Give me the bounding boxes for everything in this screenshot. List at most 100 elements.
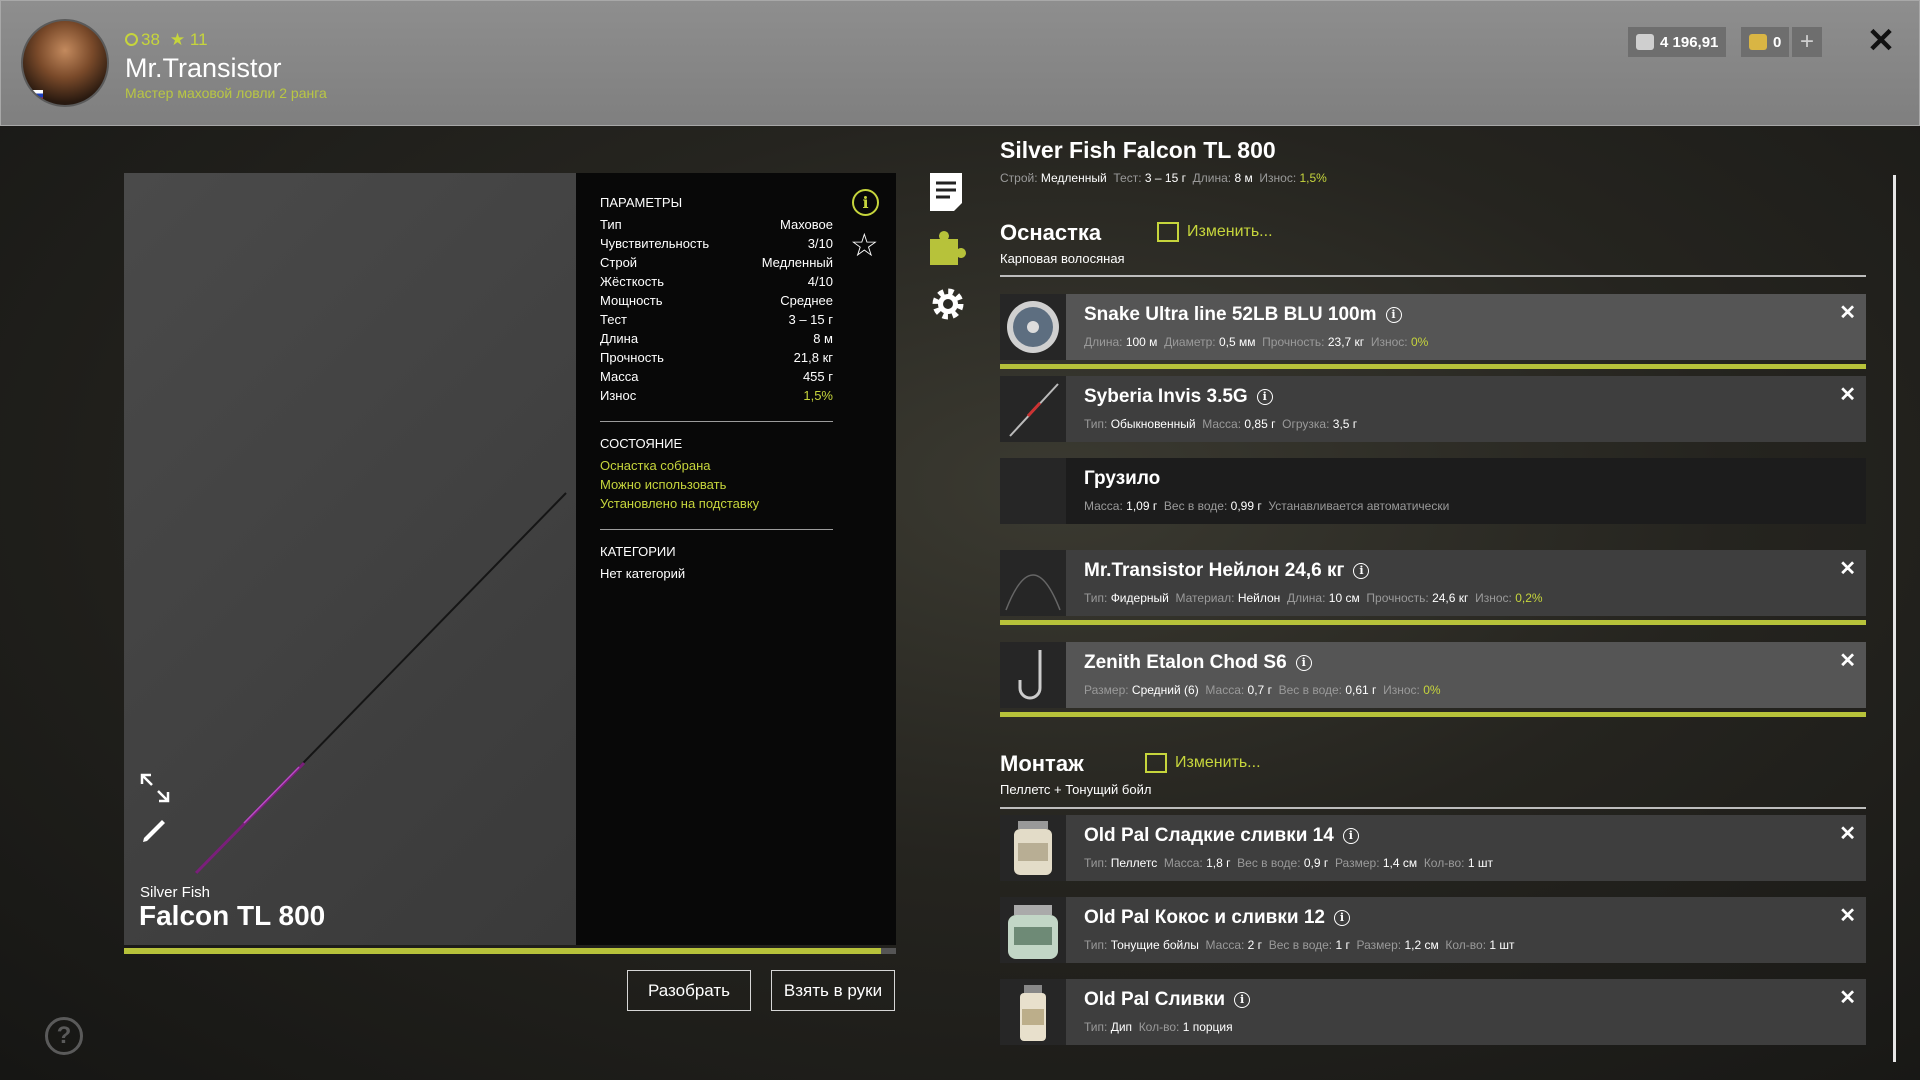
rig-item[interactable]: Snake Ultra line 52LB BLU 100m i Длина: 10… bbox=[1000, 294, 1866, 360]
scrollbar[interactable] bbox=[1893, 175, 1896, 1062]
rig-edit-label: Изменить... bbox=[1187, 223, 1273, 240]
rig-item[interactable]: Zenith Etalon Chod S6 i Размер: Средний (6… bbox=[1000, 642, 1866, 708]
silver-balance: 4 196,91 bbox=[1628, 27, 1727, 57]
info-icon[interactable]: i bbox=[1234, 992, 1251, 1008]
meta-value: 100 м bbox=[1125, 335, 1158, 349]
divider bbox=[600, 529, 833, 530]
item-title: Snake Ultra line 52LB BLU 100m bbox=[1084, 304, 1377, 325]
document-icon[interactable] bbox=[928, 171, 968, 211]
meta-value: 0,7 г bbox=[1247, 683, 1272, 697]
meta-label: Вес в воде: bbox=[1278, 683, 1343, 697]
item-name: Syberia Invis 3.5G i bbox=[1084, 386, 1273, 408]
disassemble-button[interactable]: Разобрать bbox=[627, 970, 751, 1011]
param-row: Мощность Среднее bbox=[600, 293, 833, 312]
silver-coins-icon bbox=[1636, 34, 1654, 50]
item-meta: Длина: 100 м Диаметр: 0,5 мм Прочность: … bbox=[1084, 335, 1435, 349]
avatar[interactable] bbox=[21, 19, 109, 107]
item-title: Old Pal Сливки bbox=[1084, 989, 1226, 1010]
param-value: 4/10 bbox=[807, 274, 833, 289]
rig-item[interactable]: Грузило Масса: 1,09 г Вес в воде: 0,99 г … bbox=[1000, 458, 1866, 524]
rig-item[interactable]: Syberia Invis 3.5G i Тип: Обыкновенный Мас… bbox=[1000, 376, 1866, 442]
edit-icon bbox=[1157, 222, 1179, 242]
info-icon[interactable]: i bbox=[1342, 828, 1359, 844]
favorite-star-icon[interactable]: ☆ bbox=[850, 229, 879, 261]
item-name: Old Pal Сладкие сливки 14 i bbox=[1084, 825, 1359, 847]
meta-label: Материал: bbox=[1175, 591, 1235, 605]
fullscreen-icon[interactable] bbox=[139, 772, 171, 804]
param-label: Тип bbox=[600, 217, 622, 232]
take-in-hands-button[interactable]: Взять в руки bbox=[771, 970, 895, 1011]
length-label: Длина: bbox=[1192, 171, 1232, 185]
info-icon[interactable]: i bbox=[1256, 389, 1273, 405]
mount-title: Монтаж bbox=[1000, 751, 1084, 776]
meta-label: Кол-во: bbox=[1445, 938, 1487, 952]
info-icon[interactable]: i bbox=[1385, 307, 1402, 323]
meta-label: Тип: bbox=[1084, 938, 1108, 952]
puzzle-icon[interactable] bbox=[928, 227, 968, 267]
param-row: Масса 455 г bbox=[600, 369, 833, 388]
star-rank-icon: ★ bbox=[169, 30, 186, 49]
meta-label: Длина: bbox=[1084, 335, 1123, 349]
username: Mr.Transistor bbox=[125, 53, 282, 83]
meta-value: Устанавливается автоматически bbox=[1268, 499, 1450, 513]
meta-value: Обыкновенный bbox=[1110, 417, 1196, 431]
remove-item-button[interactable]: ✕ bbox=[1839, 556, 1856, 581]
param-row: Износ 1,5% bbox=[600, 388, 833, 407]
param-row: Тип Маховое bbox=[600, 217, 833, 236]
item-title: Zenith Etalon Chod S6 bbox=[1084, 652, 1287, 673]
info-icon[interactable]: i bbox=[1333, 910, 1350, 926]
meta-value: 2 г bbox=[1247, 938, 1263, 952]
meta-label: Тип: bbox=[1084, 417, 1108, 431]
rig-item[interactable]: Mr.Transistor Нейлон 24,6 кг i Тип: Фидерн… bbox=[1000, 550, 1866, 616]
param-label: Чувствительность bbox=[600, 236, 710, 251]
mount-item[interactable]: Old Pal Кокос и сливки 12 i Тип: Тонущие б… bbox=[1000, 897, 1866, 963]
meta-label: Износ: bbox=[1475, 591, 1512, 605]
rod-preview[interactable] bbox=[124, 173, 576, 945]
param-value: 3 – 15 г bbox=[788, 312, 834, 327]
add-currency-button[interactable]: + bbox=[1792, 27, 1822, 57]
item-meta: Тип: Пеллетс Масса: 1,8 г Вес в воде: 0,… bbox=[1084, 856, 1500, 870]
paint-brush-icon[interactable] bbox=[139, 814, 171, 846]
meta-label: Тип: bbox=[1084, 1020, 1108, 1034]
gear-icon[interactable] bbox=[928, 284, 968, 324]
meta-label: Масса: bbox=[1205, 683, 1245, 697]
info-icon[interactable]: i bbox=[852, 189, 879, 216]
item-meta: Тип: Тонущие бойлы Масса: 2 г Вес в воде… bbox=[1084, 938, 1521, 952]
remove-item-button[interactable]: ✕ bbox=[1839, 300, 1856, 325]
meta-value: 3,5 г bbox=[1332, 417, 1358, 431]
mount-item[interactable]: Old Pal Сладкие сливки 14 i Тип: Пеллетс М… bbox=[1000, 815, 1866, 881]
mount-edit-link[interactable]: Изменить... bbox=[1145, 753, 1261, 773]
info-icon[interactable]: i bbox=[1353, 563, 1370, 579]
remove-item-button[interactable]: ✕ bbox=[1839, 382, 1856, 407]
meta-label: Кол-во: bbox=[1138, 1020, 1180, 1034]
player-rank: Мастер маховой ловли 2 ранга bbox=[125, 85, 327, 101]
mount-item[interactable]: Old Pal Сливки i Тип: Дип Кол-во: 1 порция… bbox=[1000, 979, 1866, 1045]
meta-value: 0% bbox=[1423, 683, 1441, 697]
sinker-thumb bbox=[1000, 458, 1066, 524]
close-button[interactable]: ✕ bbox=[1865, 23, 1897, 59]
stars-display: ★ 11 bbox=[170, 30, 208, 50]
gold-coins-icon bbox=[1749, 34, 1767, 50]
rig-edit-link[interactable]: Изменить... bbox=[1157, 222, 1273, 242]
meta-value: 24,6 кг bbox=[1432, 591, 1469, 605]
item-meta: Размер: Средний (6) Масса: 0,7 г Вес в в… bbox=[1084, 683, 1447, 697]
param-value: 455 г bbox=[802, 369, 833, 384]
meta-label: Тип: bbox=[1084, 591, 1108, 605]
remove-item-button[interactable]: ✕ bbox=[1839, 648, 1856, 673]
meta-value: 0% bbox=[1410, 335, 1429, 349]
remove-item-button[interactable]: ✕ bbox=[1839, 903, 1856, 928]
item-title: Old Pal Кокос и сливки 12 bbox=[1084, 907, 1325, 928]
rod-brand: Silver Fish bbox=[140, 884, 211, 901]
meta-value: 0,5 мм bbox=[1218, 335, 1256, 349]
gold-value: 0 bbox=[1773, 33, 1782, 51]
meta-label: Размер: bbox=[1334, 856, 1380, 870]
item-meta: Тип: Дип Кол-во: 1 порция bbox=[1084, 1020, 1239, 1034]
remove-item-button[interactable]: ✕ bbox=[1839, 821, 1856, 846]
item-name: Mr.Transistor Нейлон 24,6 кг i bbox=[1084, 560, 1370, 582]
meta-label: Вес в воде: bbox=[1163, 499, 1228, 513]
remove-item-button[interactable]: ✕ bbox=[1839, 985, 1856, 1010]
help-icon[interactable]: ? bbox=[45, 1017, 83, 1055]
meta-label: Масса: bbox=[1163, 856, 1203, 870]
info-icon[interactable]: i bbox=[1295, 655, 1312, 671]
gold-balance: 0 bbox=[1741, 27, 1790, 57]
